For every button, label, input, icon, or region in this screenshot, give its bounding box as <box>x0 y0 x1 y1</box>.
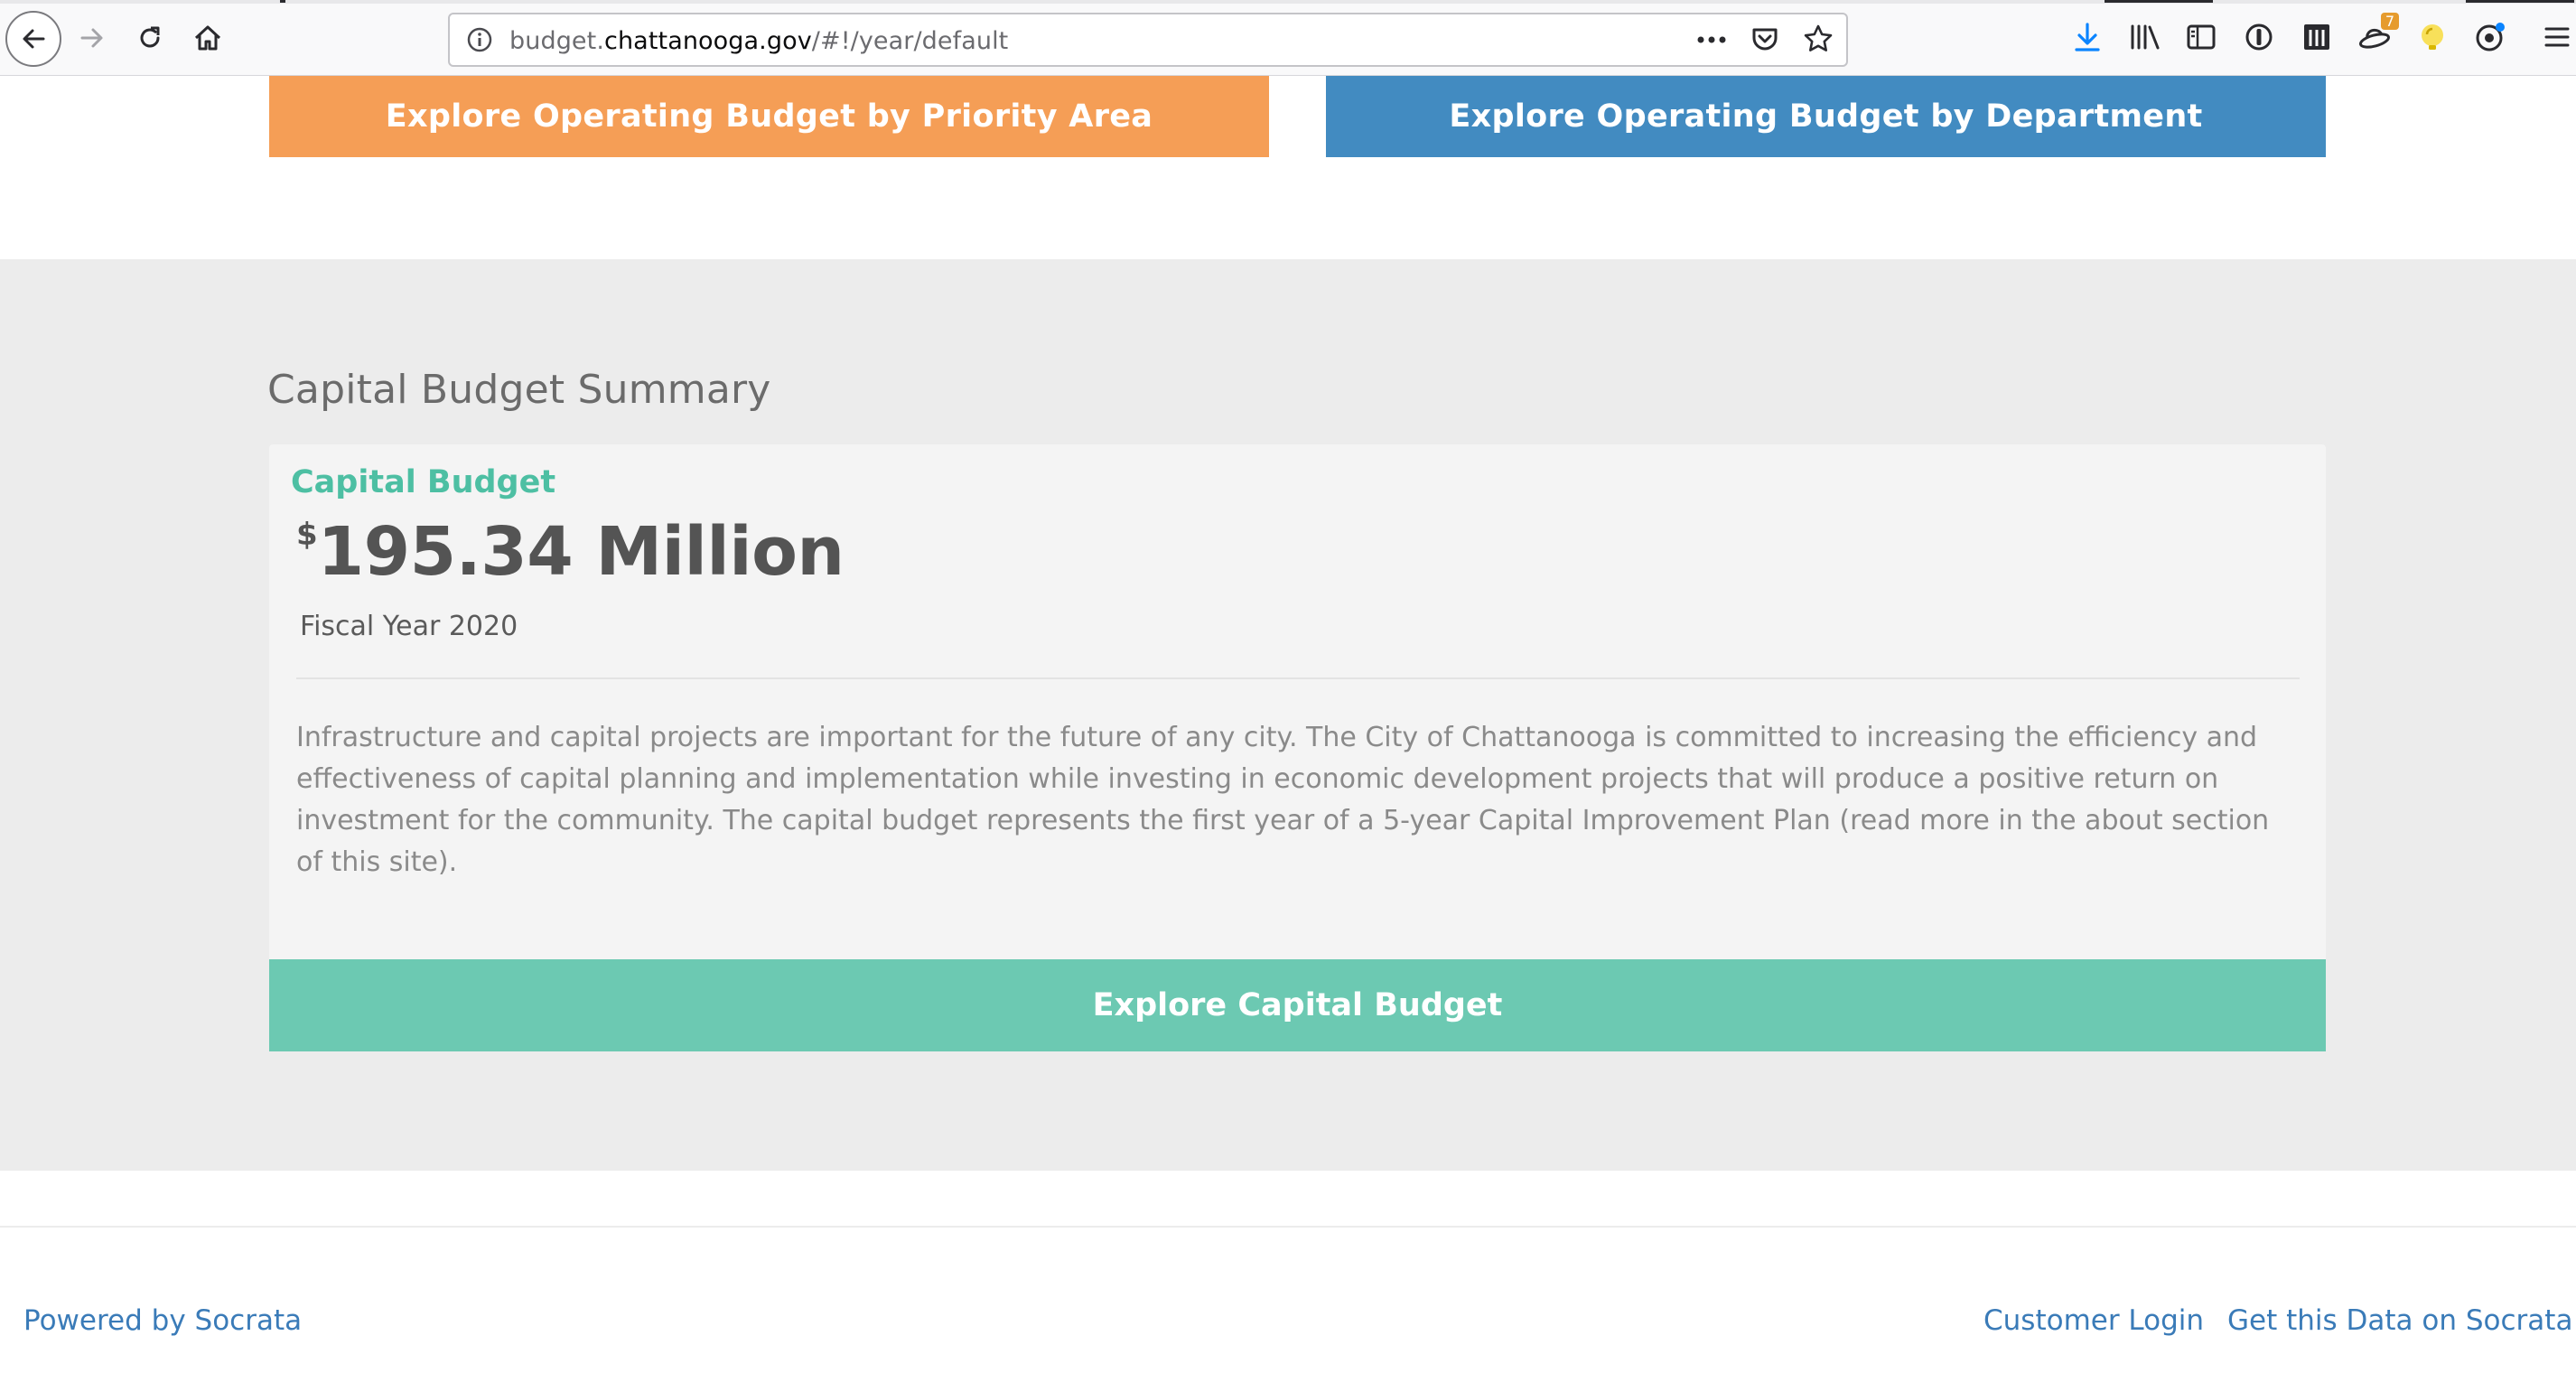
footer-divider <box>0 1226 2576 1228</box>
back-button[interactable] <box>5 11 61 67</box>
capital-description: Infrastructure and capital projects are … <box>296 722 2270 878</box>
password-manager-button[interactable] <box>2240 20 2278 58</box>
section-title: Capital Budget Summary <box>267 367 771 413</box>
divider <box>296 677 2300 679</box>
keyhole-icon <box>2244 22 2274 57</box>
budget-amount: $195.34 Million <box>296 513 845 591</box>
arrow-right-icon <box>79 24 106 51</box>
idea-extension-button[interactable] <box>2413 20 2451 58</box>
hamburger-menu-icon <box>2543 25 2571 53</box>
library-icon <box>2129 23 2161 56</box>
url-prefix: budget. <box>509 27 605 55</box>
bookmark-star-icon[interactable] <box>1803 23 1834 59</box>
pocket-icon[interactable] <box>1750 24 1779 58</box>
url-actions <box>1696 23 1834 59</box>
forward-button[interactable] <box>65 11 119 65</box>
lightbulb-icon <box>2418 22 2447 57</box>
menu-button[interactable] <box>2538 20 2576 58</box>
explore-department-button[interactable]: Explore Operating Budget by Department <box>1326 76 2326 157</box>
download-icon <box>2073 22 2102 57</box>
card-label: Capital Budget <box>291 464 556 500</box>
downloads-button[interactable] <box>2068 20 2106 58</box>
columns-icon <box>2302 23 2331 56</box>
ufo-extension-button[interactable]: 7 <box>2356 13 2399 58</box>
capital-budget-card: Capital Budget $195.34 Million Fiscal Ye… <box>269 444 2326 1051</box>
powered-by-socrata-link[interactable]: Powered by Socrata <box>23 1304 302 1337</box>
home-button[interactable] <box>181 11 235 65</box>
tab-strip <box>0 0 2576 4</box>
sidebar-icon <box>2186 23 2217 55</box>
url-bar[interactable]: budget.chattanooga.gov/#!/year/default <box>448 13 1848 67</box>
currency-symbol: $ <box>296 517 318 553</box>
reload-button[interactable] <box>123 11 177 65</box>
extension-badge: 7 <box>2380 13 2399 30</box>
url-text[interactable]: budget.chattanooga.gov/#!/year/default <box>509 27 1008 55</box>
arrow-left-icon <box>20 25 47 52</box>
get-data-on-socrata-link[interactable]: Get this Data on Socrata <box>2227 1304 2572 1337</box>
page-content: Explore Operating Budget by Priority Are… <box>0 76 2576 1373</box>
account-button[interactable] <box>2471 20 2509 58</box>
library-button[interactable] <box>2126 20 2164 58</box>
browser-toolbar: budget.chattanooga.gov/#!/year/default 7 <box>0 0 2576 76</box>
home-icon <box>192 23 223 53</box>
customer-login-link[interactable]: Customer Login <box>1983 1304 2204 1337</box>
info-icon[interactable] <box>466 26 493 53</box>
url-path: /#!/year/default <box>811 27 1009 55</box>
explore-capital-budget-button[interactable]: Explore Capital Budget <box>269 959 2326 1051</box>
more-actions-icon[interactable] <box>1696 33 1727 49</box>
reload-icon <box>135 23 164 52</box>
explore-priority-area-button[interactable]: Explore Operating Budget by Priority Are… <box>269 76 1269 157</box>
account-icon <box>2474 21 2506 58</box>
sidebar-button[interactable] <box>2182 20 2220 58</box>
url-host: chattanooga.gov <box>604 27 812 55</box>
amount-value: 195.34 Million <box>317 513 845 591</box>
readability-button[interactable] <box>2298 20 2336 58</box>
fiscal-year: Fiscal Year 2020 <box>300 611 518 642</box>
